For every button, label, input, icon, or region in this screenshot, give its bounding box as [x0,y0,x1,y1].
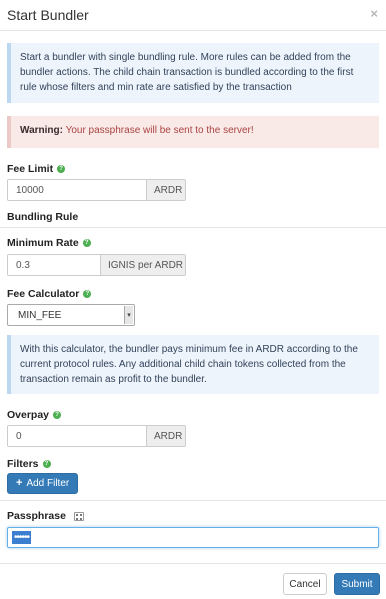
fee-limit-label-text: Fee Limit [7,163,54,175]
filters-label: Filters ? [7,458,51,470]
question-circle-icon[interactable]: ? [53,411,62,419]
qrcode-icon[interactable] [73,511,84,521]
footer-divider [0,563,386,564]
plus-icon: + [16,477,23,489]
minimum-rate-label: Minimum Rate ? [7,237,91,249]
fee-calculator-label: Fee Calculator ? [7,288,92,300]
passphrase-label-text: Passphrase [7,510,66,522]
overpay-unit: ARDR [146,426,185,446]
close-icon[interactable]: × [370,6,378,21]
add-filter-label: Add Filter [26,478,70,489]
bundler-info-text: Start a bundler with single bundling rul… [20,52,354,93]
passphrase-masked-value: •••••• [12,531,32,544]
overpay-input[interactable] [8,426,146,446]
passphrase-divider [0,500,386,501]
passphrase-input[interactable]: •••••• [7,527,379,548]
overpay-label-text: Overpay [7,409,50,421]
question-circle-icon[interactable]: ? [42,460,51,468]
minimum-rate-group: IGNIS per ARDR [7,254,186,276]
fee-limit-input[interactable] [8,180,146,200]
warning-text: Your passphrase will be sent to the serv… [62,125,254,136]
fee-calculator-select[interactable]: MIN_FEE ▾ [7,304,135,326]
cancel-button[interactable]: Cancel [283,573,327,595]
modal-title: Start Bundler [7,7,89,23]
bundling-rule-heading-text: Bundling Rule [7,211,79,223]
minimum-rate-label-text: Minimum Rate [7,237,79,249]
question-circle-icon[interactable]: ? [82,239,91,247]
submit-button[interactable]: Submit [334,573,380,595]
minimum-rate-unit: IGNIS per ARDR [100,255,185,275]
filters-label-text: Filters [7,458,39,470]
fee-limit-unit: ARDR [146,180,185,200]
bundling-rule-divider [0,227,386,228]
fee-limit-group: ARDR [7,179,186,201]
add-filter-button[interactable]: + Add Filter [7,473,79,494]
warning-prefix: Warning: [20,125,63,136]
question-circle-icon[interactable]: ? [57,165,66,173]
bundler-info-alert: Start a bundler with single bundling rul… [7,43,379,103]
question-circle-icon[interactable]: ? [83,290,92,298]
chevron-down-icon[interactable]: ▾ [124,306,133,324]
fee-calculator-label-text: Fee Calculator [7,288,80,300]
passphrase-warning-alert: Warning: Your passphrase will be sent to… [7,116,379,148]
fee-calculator-selected: MIN_FEE [18,309,62,321]
overpay-label: Overpay ? [7,409,62,421]
calculator-info-alert: With this calculator, the bundler pays m… [7,335,379,394]
modal-header: Start Bundler × [0,0,386,31]
fee-limit-label: Fee Limit ? [7,163,66,175]
overpay-group: ARDR [7,425,186,447]
passphrase-label: Passphrase [7,510,84,522]
minimum-rate-input[interactable] [8,255,100,275]
calculator-info-text: With this calculator, the bundler pays m… [20,344,358,385]
bundling-rule-heading: Bundling Rule [7,211,78,223]
